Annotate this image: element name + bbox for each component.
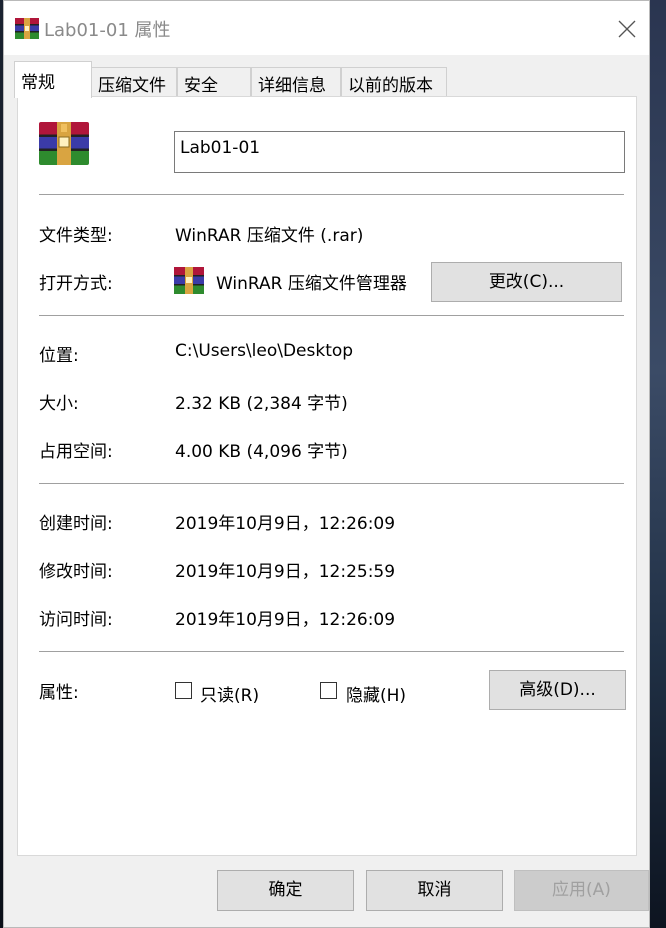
attributes-label: 属性: xyxy=(39,683,79,703)
close-icon[interactable] xyxy=(609,11,645,47)
apply-button[interactable]: 应用(A) xyxy=(514,870,649,911)
accessed-value: 2019年10月9日，12:26:09 xyxy=(175,610,396,630)
tab-general-label: 常规 xyxy=(21,73,55,93)
modified-label: 修改时间: xyxy=(39,562,113,582)
desktop-background-right xyxy=(650,0,666,928)
change-button[interactable]: 更改(C)... xyxy=(431,262,622,302)
tab-security-label: 安全 xyxy=(184,76,218,96)
readonly-checkbox[interactable] xyxy=(175,682,192,699)
tab-previous-versions[interactable]: 以前的版本 xyxy=(341,67,447,97)
size-label: 大小: xyxy=(39,394,79,414)
hidden-checkbox[interactable] xyxy=(320,682,337,699)
modified-value: 2019年10月9日，12:25:59 xyxy=(175,562,396,582)
ok-button[interactable]: 确定 xyxy=(217,870,354,911)
winrar-archive-icon xyxy=(39,122,89,165)
location-label: 位置: xyxy=(39,346,79,366)
opens-with-value: WinRAR 压缩文件管理器 xyxy=(216,274,407,294)
advanced-button[interactable]: 高级(D)... xyxy=(489,670,626,710)
file-type-value: WinRAR 压缩文件 (.rar) xyxy=(175,226,364,246)
title-bar[interactable]: Lab01-01 属性 xyxy=(4,1,649,55)
tab-archive-label: 压缩文件 xyxy=(98,76,166,96)
window-title: Lab01-01 属性 xyxy=(44,20,171,41)
general-panel xyxy=(17,96,637,856)
tab-general[interactable]: 常规 xyxy=(14,61,92,98)
accessed-label: 访问时间: xyxy=(39,610,113,630)
size-value: 2.32 KB (2,384 字节) xyxy=(175,394,348,414)
file-type-label: 文件类型: xyxy=(39,226,113,246)
divider xyxy=(39,483,624,484)
created-value: 2019年10月9日，12:26:09 xyxy=(175,514,396,534)
winrar-app-icon xyxy=(174,267,204,294)
tab-security[interactable]: 安全 xyxy=(177,67,251,97)
hidden-label[interactable]: 隐藏(H) xyxy=(346,681,406,706)
tab-details[interactable]: 详细信息 xyxy=(251,67,341,97)
opens-with-label: 打开方式: xyxy=(39,274,113,294)
winrar-icon xyxy=(15,18,39,39)
tab-details-label: 详细信息 xyxy=(258,76,326,96)
divider xyxy=(39,194,624,195)
tab-previous-versions-label: 以前的版本 xyxy=(348,76,433,96)
properties-dialog: Lab01-01 属性 常规 压缩文件 安全 详细信息 以前的版本 Lab01-… xyxy=(3,0,650,928)
divider xyxy=(39,651,624,652)
disk-size-value: 4.00 KB (4,096 字节) xyxy=(175,442,348,462)
disk-size-label: 占用空间: xyxy=(39,442,113,462)
tab-archive[interactable]: 压缩文件 xyxy=(91,67,177,97)
cancel-button[interactable]: 取消 xyxy=(366,870,503,911)
divider xyxy=(39,315,624,316)
created-label: 创建时间: xyxy=(39,514,113,534)
file-name-input[interactable]: Lab01-01 xyxy=(174,131,625,173)
readonly-label[interactable]: 只读(R) xyxy=(200,681,259,706)
location-value: C:\Users\leo\Desktop xyxy=(175,341,354,361)
